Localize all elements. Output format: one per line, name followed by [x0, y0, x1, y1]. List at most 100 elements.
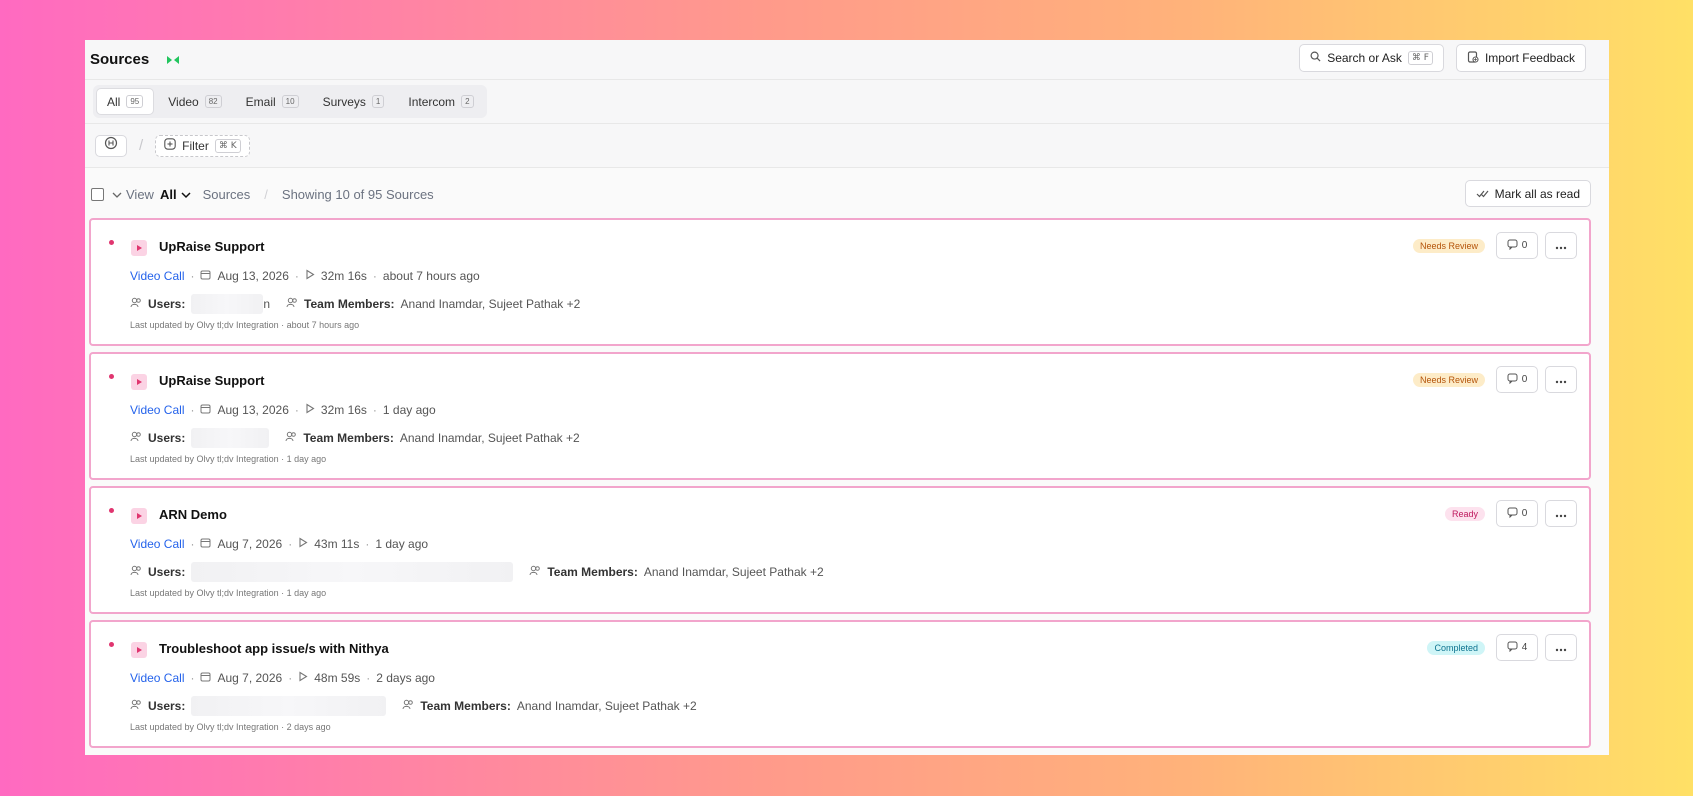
source-card[interactable]: Troubleshoot app issue/s with Nithya Vid…	[89, 620, 1591, 748]
unread-dot	[109, 374, 114, 379]
users-icon	[130, 431, 142, 445]
divider-slash: /	[264, 186, 268, 202]
tab-count: 2	[461, 95, 474, 108]
comments-button[interactable]: 0	[1496, 500, 1538, 527]
sources-window: Sources Search or Ask ⌘ F Import Feedbac…	[85, 40, 1609, 755]
more-icon	[1555, 237, 1567, 255]
comments-button[interactable]: 0	[1496, 232, 1538, 259]
comments-button[interactable]: 0	[1496, 366, 1538, 393]
tab-label: Intercom	[408, 94, 456, 109]
more-options-button[interactable]	[1545, 500, 1577, 527]
mark-all-read-button[interactable]: Mark all as read	[1464, 180, 1591, 207]
sync-status-icon	[165, 54, 181, 66]
users-icon	[130, 297, 142, 311]
comments-button[interactable]: 4	[1496, 634, 1538, 661]
video-icon	[131, 508, 147, 524]
source-type: Video Call	[130, 269, 185, 283]
team-members: Anand Inamdar, Sujeet Pathak +2	[643, 565, 824, 579]
search-icon	[1310, 51, 1321, 65]
play-icon	[298, 537, 308, 551]
more-icon	[1555, 371, 1567, 389]
team-label: Team Members:	[303, 431, 394, 445]
comment-icon	[1507, 239, 1518, 253]
card-duration: 32m 16s	[320, 403, 367, 417]
status-badge: Needs Review	[1412, 372, 1485, 387]
tab-all[interactable]: All 95	[96, 88, 155, 115]
comment-icon	[1507, 373, 1518, 387]
team-icon	[402, 699, 414, 713]
calendar-icon	[200, 403, 211, 417]
users-icon	[130, 699, 142, 713]
filter-bar: / Filter ⌘ K	[85, 124, 1609, 168]
users-redacted	[191, 696, 387, 716]
team-label: Team Members:	[304, 297, 395, 311]
import-label: Import Feedback	[1484, 51, 1575, 65]
tab-intercom[interactable]: Intercom 2	[398, 88, 483, 115]
calendar-icon	[200, 269, 211, 283]
card-title[interactable]: UpRaise Support	[159, 239, 264, 254]
card-ago: about 7 hours ago	[382, 269, 480, 283]
tab-label: Email	[245, 94, 276, 109]
card-meta: Video Call · Aug 7, 2026 · 43m 11s · 1 day …	[130, 537, 429, 551]
card-people: Users: Team Members: Anand Inamdar, Suje…	[130, 562, 824, 582]
source-card[interactable]: ARN Demo Video Call · Aug 7, 2026 · 43m 11…	[89, 486, 1591, 614]
users-tail: n	[263, 297, 271, 311]
card-ago: 1 day ago	[382, 403, 436, 417]
play-icon	[298, 671, 308, 685]
last-updated: Last updated by Olvy tl;dv Integration ·…	[130, 454, 327, 464]
tab-label: Video	[168, 94, 199, 109]
double-check-icon	[1476, 187, 1489, 201]
comment-count: 0	[1521, 508, 1528, 519]
team-icon	[285, 431, 297, 445]
more-options-button[interactable]	[1545, 634, 1577, 661]
view-selector[interactable]: All	[160, 187, 177, 202]
team-members: Anand Inamdar, Sujeet Pathak +2	[400, 297, 581, 311]
filter-label: Filter	[182, 138, 209, 153]
users-label: Users:	[148, 699, 186, 713]
tab-email[interactable]: Email 10	[236, 88, 309, 115]
more-options-button[interactable]	[1545, 366, 1577, 393]
card-title[interactable]: Troubleshoot app issue/s with Nithya	[159, 641, 389, 656]
more-options-button[interactable]	[1545, 232, 1577, 259]
team-icon	[286, 297, 298, 311]
filter-button[interactable]: Filter ⌘ K	[155, 134, 250, 157]
divider-slash: /	[139, 137, 144, 154]
card-meta: Video Call · Aug 13, 2026 · 32m 16s · about…	[130, 269, 480, 283]
search-button[interactable]: Search or Ask ⌘ F	[1299, 44, 1444, 72]
card-title[interactable]: UpRaise Support	[159, 373, 264, 388]
tab-surveys[interactable]: Surveys 1	[313, 88, 395, 115]
team-members: Anand Inamdar, Sujeet Pathak +2	[516, 699, 697, 713]
play-icon	[305, 269, 315, 283]
card-date: Aug 7, 2026	[217, 671, 283, 685]
add-filter-icon	[164, 138, 176, 153]
filter-shortcut: ⌘ K	[214, 138, 241, 153]
comment-count: 0	[1521, 374, 1528, 385]
source-card[interactable]: UpRaise Support Video Call · Aug 13, 2026…	[89, 218, 1591, 346]
card-duration: 48m 59s	[314, 671, 361, 685]
tab-count: 10	[281, 95, 299, 108]
unread-dot	[109, 508, 114, 513]
search-label: Search or Ask	[1327, 51, 1402, 65]
source-card[interactable]: UpRaise Support Video Call · Aug 13, 2026…	[89, 352, 1591, 480]
tab-video[interactable]: Video 82	[158, 88, 231, 115]
users-label: Users:	[148, 431, 186, 445]
users-icon	[130, 565, 142, 579]
card-date: Aug 13, 2026	[217, 269, 289, 283]
chevron-down-icon[interactable]	[112, 187, 122, 202]
video-icon	[131, 374, 147, 390]
view-row: View All Sources / Showing 10 of 95 Sour…	[85, 168, 1609, 220]
page-title: Sources	[90, 51, 150, 68]
search-shortcut: ⌘ F	[1407, 51, 1433, 65]
card-people: Users: Team Members: Anand Inamdar, Suje…	[130, 428, 580, 448]
view-chevron-icon[interactable]	[181, 187, 191, 202]
import-feedback-button[interactable]: Import Feedback	[1455, 44, 1586, 72]
users-label: Users:	[148, 565, 186, 579]
source-tabs: All 95 Video 82 Email 10 Surveys 1 Inter…	[93, 85, 487, 118]
card-title[interactable]: ARN Demo	[159, 507, 227, 522]
card-people: Users: n Team Members: Anand Inamdar, Su…	[130, 294, 580, 314]
sources-label: Sources	[202, 186, 251, 202]
card-meta: Video Call · Aug 13, 2026 · 32m 16s · 1 day…	[130, 403, 436, 417]
saved-views-button[interactable]	[95, 134, 127, 157]
tab-count: 82	[204, 95, 222, 108]
select-all-checkbox[interactable]	[91, 187, 104, 201]
